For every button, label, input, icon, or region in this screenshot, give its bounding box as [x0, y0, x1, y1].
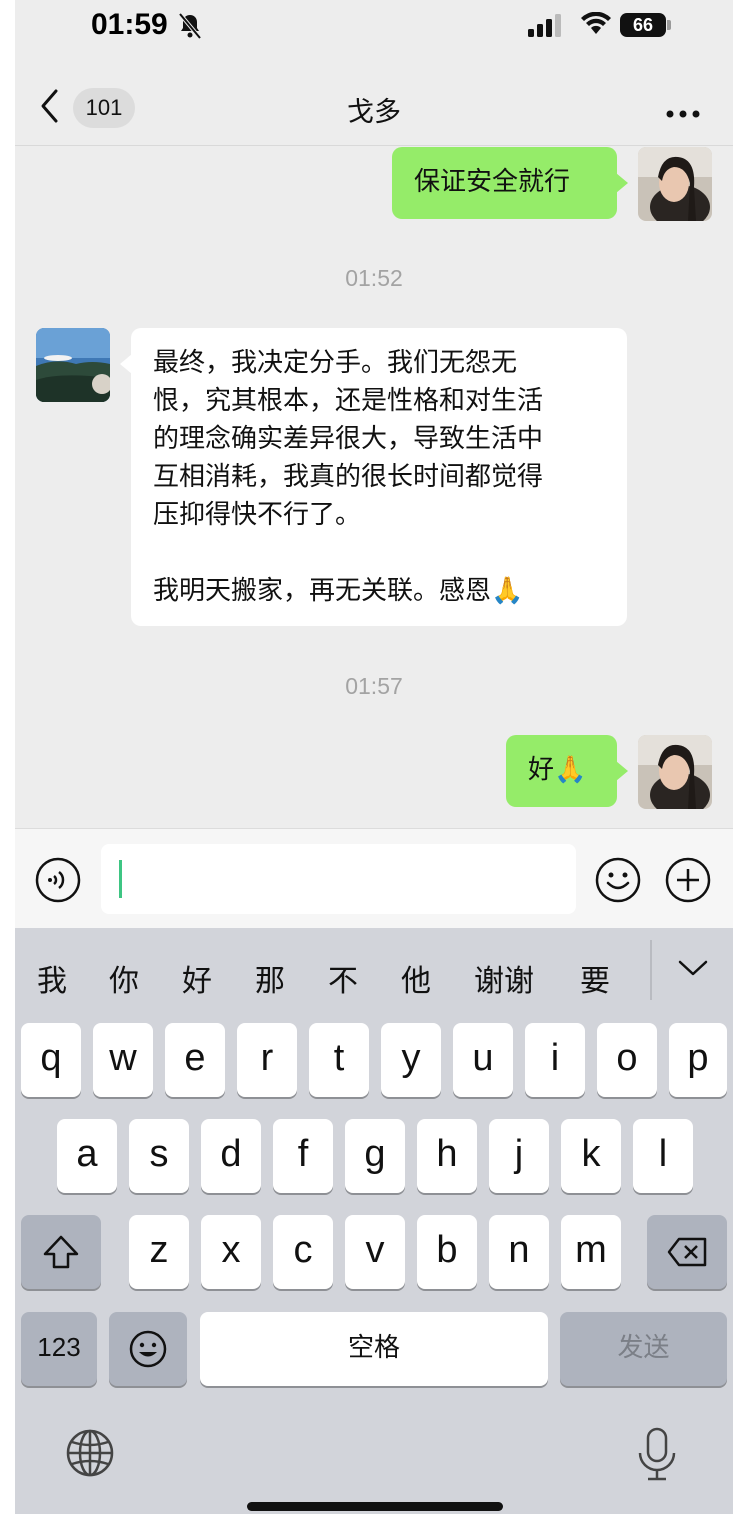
message-input-bar: [15, 828, 733, 928]
cellular-signal-icon: [528, 14, 564, 42]
key-d[interactable]: d: [201, 1119, 261, 1193]
chat-title: 戈多: [347, 97, 401, 128]
shift-icon: [42, 1229, 80, 1271]
message-text: 好🙏: [528, 755, 587, 785]
key-v[interactable]: v: [345, 1215, 405, 1289]
plus-circle-icon[interactable]: [665, 857, 711, 907]
bubble-tail: [616, 173, 628, 193]
backspace-icon: [666, 1229, 708, 1271]
key-a[interactable]: a: [57, 1119, 117, 1193]
send-key-label: 发送: [617, 1333, 670, 1363]
key-f[interactable]: f: [273, 1119, 333, 1193]
numbers-key[interactable]: 123: [21, 1312, 97, 1386]
timestamp: 01:57: [345, 673, 403, 699]
key-w[interactable]: w: [93, 1023, 153, 1097]
send-key[interactable]: 发送: [560, 1312, 727, 1386]
key-p[interactable]: p: [669, 1023, 727, 1097]
battery-tip: [667, 20, 671, 30]
space-key[interactable]: 空格: [200, 1312, 548, 1386]
candidate-bar: 我 你 好 那 不 他 谢谢 要: [15, 928, 733, 1024]
smiley-icon[interactable]: [595, 857, 641, 907]
key-y[interactable]: y: [381, 1023, 441, 1097]
message-text-input[interactable]: [101, 844, 576, 914]
key-g[interactable]: g: [345, 1119, 405, 1193]
key-n[interactable]: n: [489, 1215, 549, 1289]
key-o[interactable]: o: [597, 1023, 657, 1097]
key-j[interactable]: j: [489, 1119, 549, 1193]
home-indicator[interactable]: [247, 1502, 503, 1511]
key-h[interactable]: h: [417, 1119, 477, 1193]
status-time: 01:59: [91, 8, 168, 41]
key-t[interactable]: t: [309, 1023, 369, 1097]
key-z[interactable]: z: [129, 1215, 189, 1289]
candidate-word[interactable]: 要: [580, 956, 610, 1000]
message-list[interactable]: 保证安全就行 01:52 最终，我决定分手。我们无怨无 恨，究其根本，还是性格和…: [15, 147, 733, 827]
key-i[interactable]: i: [525, 1023, 585, 1097]
chat-header: 101 戈多: [15, 56, 733, 146]
candidate-word[interactable]: 那: [255, 956, 285, 1000]
message-bubble-sent[interactable]: 好🙏: [506, 735, 617, 807]
message-text: 保证安全就行: [414, 167, 571, 197]
candidate-divider: [650, 940, 652, 1000]
key-q[interactable]: q: [21, 1023, 81, 1097]
candidate-word[interactable]: 谢谢: [474, 956, 534, 1000]
bubble-tail: [616, 761, 628, 781]
emoji-icon: [128, 1326, 168, 1368]
message-bubble-sent[interactable]: 保证安全就行: [392, 147, 617, 219]
wifi-icon: [581, 11, 611, 40]
bell-slash-icon: [177, 12, 203, 44]
key-l[interactable]: l: [633, 1119, 693, 1193]
candidate-word[interactable]: 好: [182, 956, 212, 1000]
avatar-self[interactable]: [638, 147, 712, 221]
key-b[interactable]: b: [417, 1215, 477, 1289]
key-s[interactable]: s: [129, 1119, 189, 1193]
timestamp: 01:52: [345, 265, 403, 291]
message-bubble-received[interactable]: 最终，我决定分手。我们无怨无 恨，究其根本，还是性格和对生活 的理念确实差异很大…: [131, 328, 627, 626]
key-x[interactable]: x: [201, 1215, 261, 1289]
keyboard: 我 你 好 那 不 他 谢谢 要 q w e r t y u i o p a s…: [15, 928, 733, 1514]
shift-key[interactable]: [21, 1215, 101, 1289]
globe-icon[interactable]: [65, 1428, 115, 1482]
delete-key[interactable]: [647, 1215, 727, 1289]
key-k[interactable]: k: [561, 1119, 621, 1193]
candidate-word[interactable]: 他: [401, 956, 431, 1000]
key-m[interactable]: m: [561, 1215, 621, 1289]
phone-screen: 01:59 66 101 戈多 保证安全就行 01:52 最终，我决定分手。我们…: [15, 0, 733, 1514]
avatar-self[interactable]: [638, 735, 712, 809]
battery-icon: 66: [620, 13, 666, 37]
key-r[interactable]: r: [237, 1023, 297, 1097]
emoji-key[interactable]: [109, 1312, 187, 1386]
text-caret: [119, 860, 122, 898]
key-c[interactable]: c: [273, 1215, 333, 1289]
avatar-contact[interactable]: [36, 328, 110, 402]
candidate-word[interactable]: 你: [109, 956, 139, 1000]
status-bar: 01:59 66: [15, 0, 733, 56]
chevron-down-icon[interactable]: [677, 958, 709, 982]
voice-input-icon[interactable]: [35, 857, 81, 907]
space-key-label: 空格: [347, 1333, 400, 1363]
candidate-word[interactable]: 不: [328, 956, 358, 1000]
microphone-icon[interactable]: [635, 1426, 679, 1486]
key-e[interactable]: e: [165, 1023, 225, 1097]
ellipsis-icon[interactable]: [665, 104, 701, 123]
candidate-word[interactable]: 我: [37, 956, 67, 1000]
key-u[interactable]: u: [453, 1023, 513, 1097]
message-text: 最终，我决定分手。我们无怨无 恨，究其根本，还是性格和对生活 的理念确实差异很大…: [153, 348, 544, 606]
